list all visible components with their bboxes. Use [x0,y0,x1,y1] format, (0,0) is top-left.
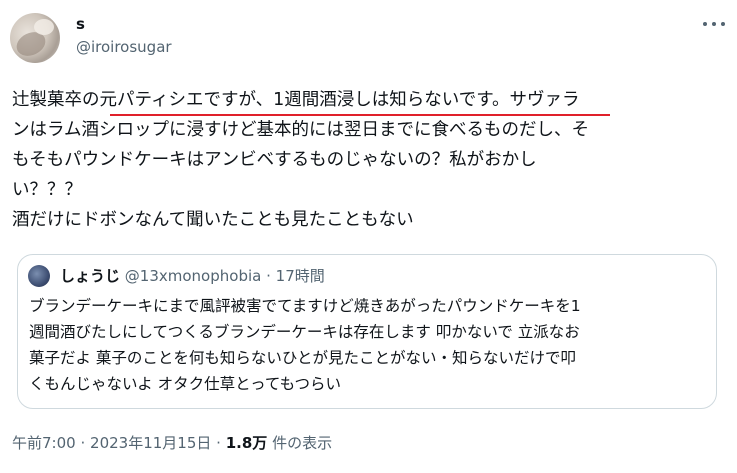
quote-line: 菓子だよ 菓子のことを何も知らないひとが見たことがない・知らないだけで叩 [29,349,576,367]
quote-line: ブランデーケーキにまで風評被害でてますけど焼きあがったパウンドケーキを1 [29,297,581,315]
quote-text: ブランデーケーキにまで風評被害でてますけど焼きあがったパウンドケーキを1 週間酒… [29,293,713,397]
quote-line: 週間酒びたしにしてつくるブランデーケーキは存在します 叩かないで 立派なお [29,323,580,341]
quote-time: 17時間 [275,267,325,285]
tweet-line: もそもパウンドケーキはアンビベするものじゃないの？私がおかし [12,150,537,170]
tweet-text: 辻製菓卒の元パティシエですが、1週間酒浸しは知らないです。サヴァラ ンはラム酒シ… [12,85,724,235]
red-underline-annotation [110,114,610,116]
tweet-line: 酒だけにドボンなんて聞いたことも見たこともない [12,210,414,230]
meta-separator: · [80,434,86,452]
tweet-line: ンはラム酒シロップに浸すけど基本的には翌日までに食べるものだし、そ [12,120,589,140]
author-name[interactable]: s [76,14,85,34]
avatar-shape [34,19,54,35]
quote-author-name: しょうじ [60,267,121,285]
quote-author-handle: @13xmonophobia [124,267,262,285]
more-options-icon[interactable] [703,18,725,30]
quote-separator: · [266,267,271,285]
author-handle[interactable]: @iroirosugar [76,37,172,57]
view-count: 1.8万 [225,434,268,452]
author-avatar[interactable] [10,13,60,63]
quote-author-avatar [28,265,50,287]
meta-separator: · [216,434,221,452]
view-label: 件の表示 [272,434,333,452]
tweet-date[interactable]: 2023年11月15日 [90,434,211,452]
tweet-line: 辻製菓卒の元パティシエですが、1週間酒浸しは知らないです。サヴァラ [12,90,580,110]
quote-line: くもんじゃないよ オタク仕草とってもつらい [29,375,341,393]
tweet-time[interactable]: 午前7:00 [12,434,76,452]
tweet-meta: 午前7:00 · 2023年11月15日 · 1.8万 件の表示 [12,432,332,454]
quoted-tweet-card[interactable]: しょうじ @13xmonophobia · 17時間 ブランデーケーキにまで風評… [17,254,717,409]
quote-header: しょうじ @13xmonophobia · 17時間 [60,266,325,286]
tweet-line: い？？？ [12,180,82,200]
